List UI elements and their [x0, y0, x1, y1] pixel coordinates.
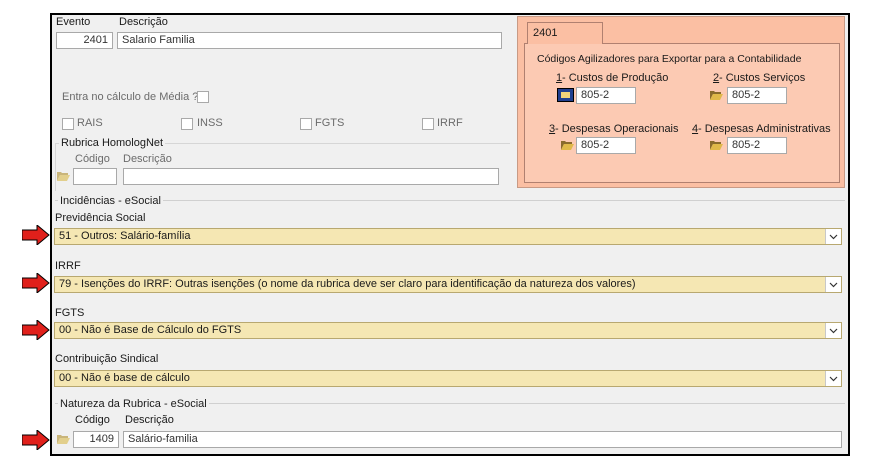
custos-servicos-field[interactable]: 805-2 [727, 87, 787, 104]
natureza-codigo-field[interactable]: 1409 [73, 431, 119, 448]
custos-producao-field[interactable]: 805-2 [576, 87, 636, 104]
red-arrow-icon [22, 273, 50, 293]
desp-adm-label: - Despesas Administrativas [698, 123, 831, 135]
custos-producao-label: - Custos de Produção [562, 72, 669, 84]
media-label: Entra no cálculo de Média ? [62, 91, 199, 103]
red-arrow-icon [22, 320, 50, 340]
natureza-codigo-label: Código [75, 414, 110, 426]
evento-label: Evento [56, 16, 91, 28]
homolog-descricao-label: Descrição [123, 153, 172, 165]
fgts-value: 00 - Não é Base de Cálculo do FGTS [59, 324, 242, 336]
descricao-label: Descrição [119, 16, 168, 28]
tab-2401[interactable]: 2401 [527, 22, 603, 44]
fgts-section-label: FGTS [55, 307, 85, 319]
folder-open-icon[interactable] [560, 139, 574, 151]
irrf-select[interactable]: 79 - Isenções do IRRF: Outras isenções (… [54, 276, 842, 293]
inss-checkbox[interactable] [181, 118, 193, 130]
homolog-codigo-field[interactable] [73, 168, 117, 185]
descricao-field[interactable]: Salario Familia [117, 32, 502, 49]
homolog-descricao-field[interactable] [123, 168, 499, 185]
previdencia-label: Previdência Social [55, 212, 146, 224]
homolog-codigo-label: Código [75, 153, 110, 165]
desp-adm-field[interactable]: 805-2 [727, 137, 787, 154]
contabilidade-title: Códigos Agilizadores para Exportar para … [537, 53, 802, 65]
natureza-descricao-label: Descrição [125, 414, 174, 426]
irrf-value: 79 - Isenções do IRRF: Outras isenções (… [59, 278, 636, 290]
natureza-descricao-field[interactable]: Salário-familia [123, 431, 842, 448]
previdencia-select[interactable]: 51 - Outros: Salário-família [54, 228, 842, 245]
inss-label: INSS [197, 117, 223, 129]
folder-open-icon[interactable] [56, 170, 70, 182]
fgts-checkbox[interactable] [300, 118, 312, 130]
irrf-checkbox[interactable] [422, 118, 434, 130]
irrf-label: IRRF [437, 117, 463, 129]
rais-label: RAIS [77, 117, 103, 129]
sindical-select[interactable]: 00 - Não é base de cálculo [54, 370, 842, 387]
folder-open-icon[interactable] [709, 139, 723, 151]
desp-oper-label: - Despesas Operacionais [555, 123, 679, 135]
chevron-down-icon[interactable] [825, 323, 841, 338]
red-arrow-icon [22, 225, 50, 245]
folder-open-icon[interactable] [709, 89, 723, 101]
homolognet-title: Rubrica HomologNet [59, 137, 166, 149]
chevron-down-icon[interactable] [825, 229, 841, 244]
folder-open-icon[interactable] [56, 433, 70, 445]
evento-field[interactable]: 2401 [56, 32, 113, 49]
media-checkbox[interactable] [197, 91, 209, 103]
natureza-title: Natureza da Rubrica - eSocial [58, 398, 209, 410]
sindical-value: 00 - Não é base de cálculo [59, 372, 190, 384]
divider [55, 200, 845, 201]
rais-checkbox[interactable] [62, 118, 74, 130]
chevron-down-icon[interactable] [825, 371, 841, 386]
esocial-title: Incidências - eSocial [58, 195, 163, 207]
fgts-select[interactable]: 00 - Não é Base de Cálculo do FGTS [54, 322, 842, 339]
sindical-label: Contribuição Sindical [55, 353, 159, 365]
irrf-section-label: IRRF [55, 260, 81, 272]
lookup-icon[interactable] [557, 88, 574, 102]
fgts-label: FGTS [315, 117, 345, 129]
red-arrow-icon [22, 430, 50, 450]
previdencia-value: 51 - Outros: Salário-família [59, 230, 191, 242]
chevron-down-icon[interactable] [825, 277, 841, 292]
desp-oper-field[interactable]: 805-2 [576, 137, 636, 154]
custos-servicos-label: - Custos Serviços [719, 72, 806, 84]
